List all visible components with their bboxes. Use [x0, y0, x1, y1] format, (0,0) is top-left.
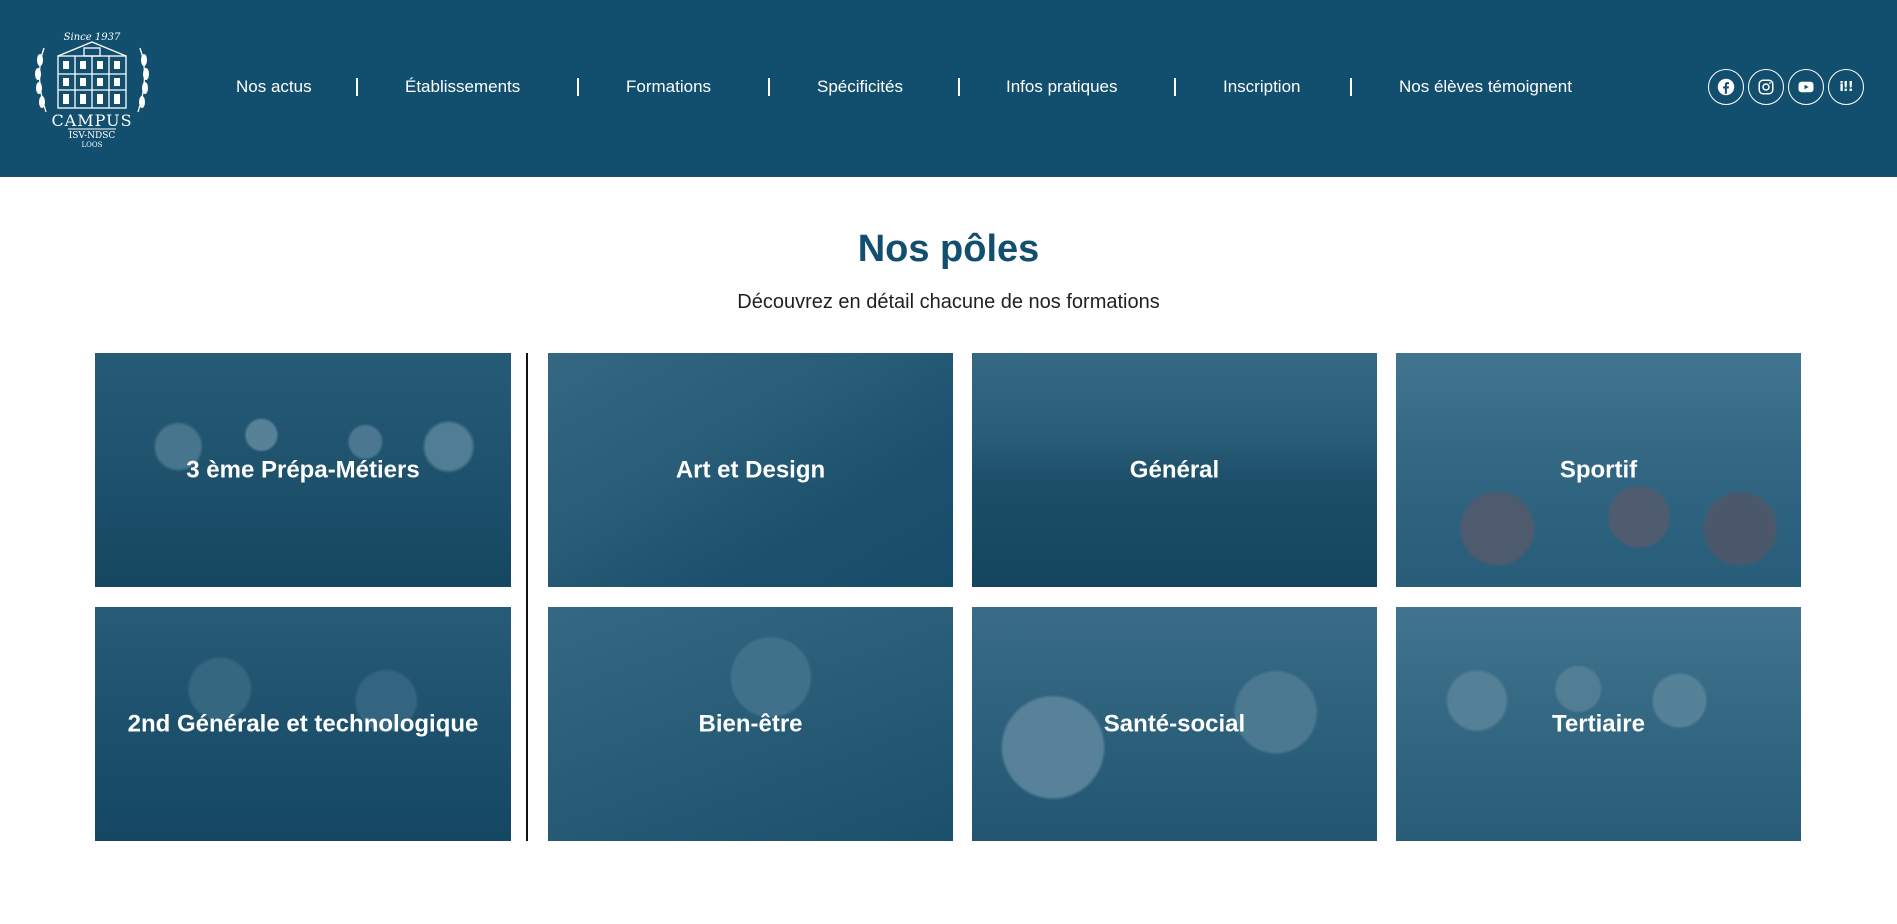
nav-item-inscription[interactable]: Inscription — [1223, 72, 1300, 102]
logo-line3: LOOS — [82, 141, 103, 149]
onisep-icon: i!! — [1839, 79, 1853, 95]
logo-line2: ISV-NDSC — [69, 131, 116, 141]
nav-separator — [356, 78, 358, 96]
site-header: Since 1937 CAMPUS ISV-NDSC LOOS Nos actu… — [0, 0, 1897, 177]
section-title: Nos pôles — [857, 228, 1040, 270]
pole-card-bien-etre[interactable]: Bien-être — [548, 607, 953, 841]
nav-item-nos-actus[interactable]: Nos actus — [236, 72, 312, 102]
pole-card-3eme-prepa-metiers[interactable]: 3 ème Prépa-Métiers — [95, 353, 511, 587]
pole-card-sportif[interactable]: Sportif — [1396, 353, 1801, 587]
pole-card-art-et-design[interactable]: Art et Design — [548, 353, 953, 587]
nav-separator — [768, 78, 770, 96]
nav-item-etablissements[interactable]: Établissements — [405, 72, 520, 102]
card-label: 3 ème Prépa-Métiers — [186, 456, 420, 484]
section-subtitle: Découvrez en détail chacune de nos forma… — [737, 291, 1160, 313]
card-label: Sportif — [1559, 456, 1638, 484]
instagram-icon — [1758, 79, 1774, 95]
instagram-link[interactable] — [1748, 69, 1784, 105]
logo-since: Since 1937 — [64, 32, 121, 43]
nav-separator — [577, 78, 579, 96]
pole-card-general[interactable]: Général — [972, 353, 1377, 587]
card-label: Bien-être — [698, 710, 803, 738]
nav-separator — [958, 78, 960, 96]
card-label: Santé-social — [1103, 710, 1246, 738]
card-label: Art et Design — [675, 456, 826, 484]
facebook-icon — [1717, 78, 1735, 96]
pole-card-tertiaire[interactable]: Tertiaire — [1396, 607, 1801, 841]
campus-logo[interactable]: Since 1937 CAMPUS ISV-NDSC LOOS — [28, 26, 156, 150]
pole-card-sante-social[interactable]: Santé-social — [972, 607, 1377, 841]
onisep-link[interactable]: i!! — [1828, 69, 1864, 105]
logo-name: CAMPUS — [51, 111, 132, 130]
card-label: Général — [1129, 456, 1220, 484]
nav-item-specificites[interactable]: Spécificités — [817, 72, 903, 102]
pole-card-2nd-generale-et-technologique[interactable]: 2nd Générale et technologique — [95, 607, 511, 841]
nav-item-formations[interactable]: Formations — [626, 72, 711, 102]
nav-item-nos-eleves-temoignent[interactable]: Nos élèves témoignent — [1399, 72, 1572, 102]
nav-separator — [1174, 78, 1176, 96]
youtube-link[interactable] — [1788, 69, 1824, 105]
card-label: 2nd Générale et technologique — [127, 710, 479, 738]
main-nav: Nos actus Établissements Formations Spéc… — [196, 72, 1596, 102]
nav-item-infos-pratiques[interactable]: Infos pratiques — [1006, 72, 1118, 102]
campus-logo-emblem: Since 1937 CAMPUS ISV-NDSC LOOS — [35, 32, 149, 149]
facebook-link[interactable] — [1708, 69, 1744, 105]
youtube-icon — [1798, 81, 1814, 93]
card-label: Tertiaire — [1552, 710, 1645, 738]
vertical-divider — [526, 353, 528, 841]
nav-separator — [1350, 78, 1352, 96]
